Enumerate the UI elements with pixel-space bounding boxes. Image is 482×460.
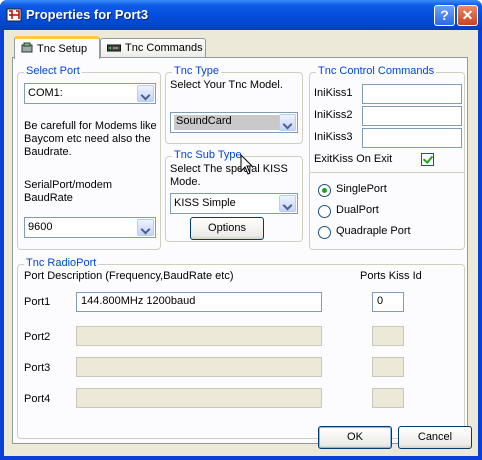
tab-tnc-setup[interactable]: Tnc Setup — [14, 36, 100, 59]
close-button[interactable]: ✕ — [457, 5, 478, 26]
baud-label-2: BaudRate — [24, 192, 73, 204]
tnc-sub-type-title: Tnc Sub Type — [172, 149, 244, 161]
tnc-model-select[interactable]: SoundCard — [170, 112, 298, 133]
kiss-id-header: Ports Kiss Id — [360, 270, 422, 282]
app-icon — [6, 8, 22, 22]
port4-label: Port4 — [24, 393, 51, 405]
quadraple-port-label[interactable]: Quadraple Port — [336, 225, 411, 237]
warning-line-2: Baycom etc need also the — [24, 133, 151, 145]
select-port-group: Select Port COM1: Be carefull for Modems… — [17, 65, 161, 250]
tab-tnc-commands[interactable]: Tnc Commands — [100, 38, 206, 58]
dual-port-label[interactable]: DualPort — [336, 204, 379, 216]
chevron-down-icon[interactable] — [137, 219, 154, 236]
single-port-label[interactable]: SinglePort — [336, 183, 387, 195]
inikiss2-label: IniKiss2 — [314, 109, 353, 121]
tnc-commands-icon — [107, 44, 121, 52]
control-commands-title: Tnc Control Commands — [316, 65, 437, 77]
dual-port-radio[interactable] — [318, 205, 331, 218]
divider — [310, 172, 464, 173]
baudrate-select-value: 9600 — [28, 221, 53, 233]
tnc-sub-type-group: Tnc Sub Type Select The special KISS Mod… — [165, 149, 303, 242]
sub-type-prompt-2: Mode. — [170, 176, 201, 188]
inikiss3-input[interactable] — [362, 128, 462, 148]
baud-label-1: SerialPort/modem — [24, 179, 113, 191]
warning-line-3: Baudrate. — [24, 146, 72, 158]
control-commands-group: Tnc Control Commands IniKiss1 IniKiss2 I… — [309, 65, 465, 250]
inikiss1-input[interactable] — [362, 84, 462, 104]
tnc-type-title: Tnc Type — [172, 65, 222, 77]
tab-label: Tnc Setup — [37, 43, 88, 55]
dialog-client: Tnc Setup Tnc Commands Select Port COM1:… — [4, 30, 478, 456]
cancel-button[interactable]: Cancel — [398, 426, 472, 449]
sub-type-prompt-1: Select The special KISS — [170, 163, 288, 175]
options-button[interactable]: Options — [190, 217, 264, 240]
tnc-setup-icon — [21, 42, 33, 53]
select-port-title: Select Port — [24, 65, 82, 77]
radio-port-group: Tnc RadioPort Port Description (Frequenc… — [17, 257, 465, 439]
quadraple-port-radio[interactable] — [318, 226, 331, 239]
tnc-setup-panel: Select Port COM1: Be carefull for Modems… — [12, 57, 468, 444]
single-port-radio[interactable] — [318, 184, 331, 197]
tab-label: Tnc Commands — [125, 42, 203, 54]
inikiss3-label: IniKiss3 — [314, 131, 353, 143]
port3-kiss-id-input[interactable] — [372, 357, 404, 377]
port-description-header: Port Description (Frequency,BaudRate etc… — [24, 270, 234, 282]
port2-label: Port2 — [24, 331, 51, 343]
radio-port-title: Tnc RadioPort — [24, 257, 99, 269]
inikiss1-label: IniKiss1 — [314, 87, 353, 99]
title-bar[interactable]: Properties for Port3 ? ✕ — [0, 0, 482, 30]
port1-label: Port1 — [24, 296, 51, 308]
window-title: Properties for Port3 — [26, 7, 149, 22]
properties-window: Properties for Port3 ? ✕ Tnc Setup Tnc C… — [0, 0, 482, 460]
help-button[interactable]: ? — [434, 5, 455, 26]
inikiss2-input[interactable] — [362, 106, 462, 126]
tnc-model-value: SoundCard — [174, 115, 280, 130]
port1-description-input[interactable]: 144.800MHz 1200baud — [76, 292, 322, 312]
exit-kiss-label: ExitKiss On Exit — [314, 153, 393, 165]
chevron-down-icon[interactable] — [279, 195, 296, 212]
chevron-down-icon[interactable] — [137, 85, 154, 102]
kiss-mode-select[interactable]: KISS Simple — [170, 193, 298, 214]
port3-description-input[interactable] — [76, 357, 322, 377]
port2-kiss-id-input[interactable] — [372, 326, 404, 346]
ok-button[interactable]: OK — [318, 426, 392, 449]
warning-line-1: Be carefull for Modems like — [24, 120, 157, 132]
port2-description-input[interactable] — [76, 326, 322, 346]
exit-kiss-checkbox[interactable] — [421, 153, 434, 166]
tnc-type-prompt: Select Your Tnc Model. — [170, 79, 283, 91]
port-select[interactable]: COM1: — [24, 83, 156, 104]
tnc-type-group: Tnc Type Select Your Tnc Model. SoundCar… — [165, 65, 303, 144]
kiss-mode-value: KISS Simple — [174, 197, 236, 209]
port1-kiss-id-input[interactable]: 0 — [372, 292, 404, 312]
mouse-cursor-icon — [240, 154, 254, 175]
port4-description-input[interactable] — [76, 388, 322, 408]
port-select-value: COM1: — [28, 87, 63, 99]
chevron-down-icon[interactable] — [279, 114, 296, 131]
baudrate-select[interactable]: 9600 — [24, 217, 156, 238]
port3-label: Port3 — [24, 362, 51, 374]
port4-kiss-id-input[interactable] — [372, 388, 404, 408]
